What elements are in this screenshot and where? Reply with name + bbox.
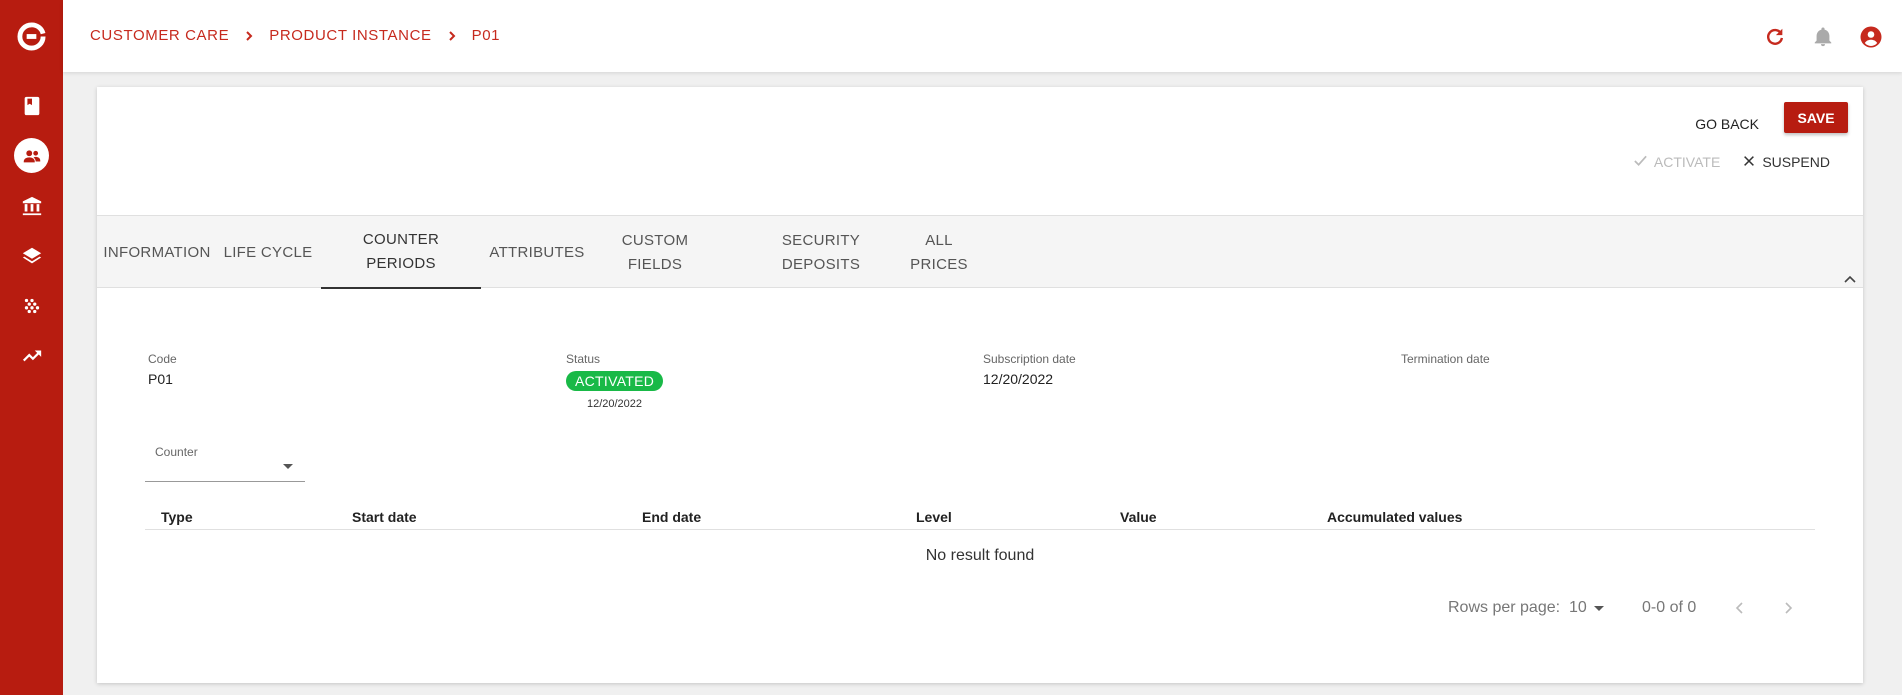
trending-up-icon[interactable] (19, 343, 44, 368)
tab-life-cycle[interactable]: LIFE CYCLE (217, 216, 319, 289)
bank-icon[interactable] (19, 193, 44, 218)
breadcrumb-current: P01 (471, 27, 501, 44)
tab-label: INFORMATION (103, 243, 211, 261)
product-instance-card: GO BACK SAVE ACTIVATE SUSPEND INFORMATIO… (97, 87, 1863, 683)
tab-label-line2: PERIODS (366, 254, 436, 272)
tab-information[interactable]: INFORMATION (97, 216, 217, 289)
sidebar (0, 0, 63, 695)
activate-label: ACTIVATE (1653, 154, 1721, 170)
column-end-date[interactable]: End date (642, 509, 701, 525)
bell-icon[interactable] (1810, 24, 1836, 50)
caret-down-icon (1593, 605, 1604, 611)
account-icon[interactable] (1858, 24, 1884, 50)
refresh-icon[interactable] (1762, 24, 1788, 50)
tab-label: LIFE CYCLE (223, 243, 313, 261)
chevron-up-icon[interactable] (1843, 272, 1857, 286)
tab-label-line1: SECURITY (781, 231, 861, 249)
table-header: Type Start date End date Level Value Acc… (145, 500, 1815, 530)
empty-table-message: No result found (925, 547, 1035, 564)
rows-per-page-label: Rows per page: (1448, 599, 1561, 616)
termination-date-field: Termination date (1401, 352, 1490, 371)
column-level[interactable]: Level (916, 509, 952, 525)
chevron-right-icon (244, 30, 254, 41)
top-header: CUSTOMER CARE PRODUCT INSTANCE P01 (63, 0, 1902, 72)
column-value[interactable]: Value (1120, 509, 1157, 525)
tab-label: CUSTOM FIELDS (621, 231, 689, 273)
pagination-range-text: 0-0 of 0 (1642, 599, 1697, 616)
close-icon (1742, 154, 1756, 171)
chevron-left-icon[interactable] (1731, 599, 1749, 617)
tab-attributes[interactable]: ATTRIBUTES (481, 216, 593, 289)
save-button[interactable]: SAVE (1784, 102, 1848, 133)
column-accumulated-values[interactable]: Accumulated values (1327, 509, 1462, 525)
tab-bar: INFORMATION LIFE CYCLE COUNTER PERIODS A… (97, 215, 1863, 289)
caret-down-icon (283, 464, 293, 469)
counter-select[interactable]: Counter (145, 442, 305, 482)
column-start-date[interactable]: Start date (352, 509, 417, 525)
chevron-right-icon (447, 30, 457, 41)
breadcrumb-customer-care[interactable]: CUSTOMER CARE (90, 27, 229, 44)
tab-all-prices[interactable]: ALL PRICES (897, 216, 981, 289)
status-label: Status (566, 352, 601, 366)
tab-label: ALL PRICES (910, 231, 968, 273)
column-type[interactable]: Type (161, 509, 193, 525)
chevron-right-icon[interactable] (1779, 599, 1797, 617)
check-icon (1633, 153, 1648, 171)
breadcrumb-product-instance[interactable]: PRODUCT INSTANCE (269, 27, 431, 44)
code-label: Code (148, 352, 177, 366)
pagination-range: 0-0 of 0 (1642, 599, 1696, 617)
code-value: P01 (148, 371, 173, 387)
tab-counter-periods[interactable]: COUNTER PERIODS (321, 216, 481, 289)
status-date: 12/20/2022 (586, 398, 643, 410)
termination-date-label: Termination date (1401, 352, 1490, 366)
suspend-button[interactable]: SUSPEND (1742, 153, 1830, 171)
activate-button[interactable]: ACTIVATE (1633, 153, 1720, 171)
subscription-date-field: Subscription date 12/20/2022 (983, 352, 1076, 387)
dots-grid-icon[interactable] (19, 293, 44, 318)
logo-icon[interactable] (17, 22, 46, 51)
rows-per-page-select[interactable]: 10 (1569, 599, 1604, 617)
layers-icon[interactable] (19, 243, 44, 268)
breadcrumb: CUSTOMER CARE PRODUCT INSTANCE P01 (90, 27, 500, 44)
tab-label: ATTRIBUTES (489, 243, 585, 261)
tab-label-line1: COUNTER (362, 230, 440, 248)
book-icon[interactable] (19, 93, 44, 118)
suspend-label: SUSPEND (1762, 154, 1830, 170)
subscription-date-label: Subscription date (983, 352, 1076, 366)
customers-icon[interactable] (14, 138, 49, 173)
rows-per-page: Rows per page: (1448, 599, 1560, 617)
tab-custom-fields[interactable]: CUSTOM FIELDS (593, 216, 717, 289)
tab-label-line2: DEPOSITS (781, 255, 861, 273)
tab-security-deposits[interactable]: SECURITY DEPOSITS (771, 216, 871, 289)
subscription-date-value: 12/20/2022 (983, 371, 1054, 387)
rows-per-page-value: 10 (1569, 599, 1587, 616)
code-field: Code P01 (148, 352, 177, 387)
go-back-button[interactable]: GO BACK (1695, 107, 1759, 141)
status-field: Status ACTIVATED 12/20/2022 (566, 352, 664, 410)
counter-label: Counter (155, 445, 198, 459)
status-badge: ACTIVATED (566, 371, 664, 391)
